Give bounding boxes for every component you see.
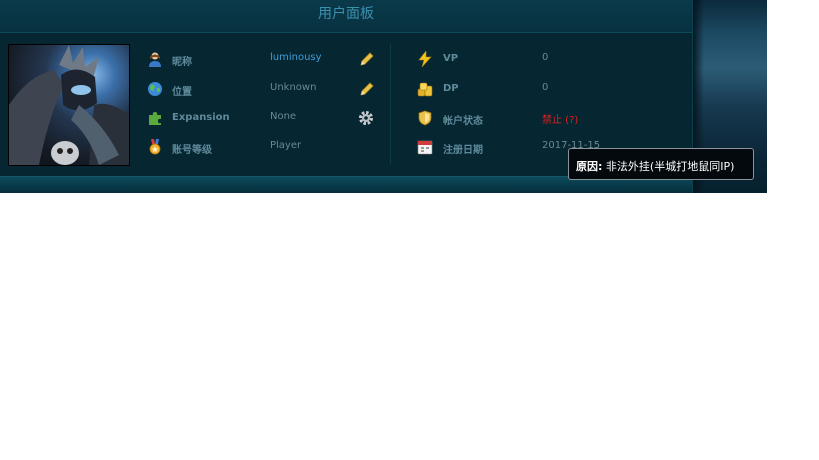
panel-title: 用户面板 bbox=[318, 6, 374, 22]
register-date-label: 注册日期 bbox=[443, 145, 483, 156]
dp-label: DP bbox=[443, 83, 459, 94]
location-label: 位置 bbox=[172, 87, 192, 98]
row-expansion: Expansion None bbox=[147, 110, 377, 130]
pencil-icon[interactable] bbox=[359, 51, 375, 67]
lightning-icon bbox=[418, 51, 432, 67]
row-vp: VP 0 bbox=[417, 51, 617, 71]
medal-icon bbox=[149, 139, 161, 155]
column-divider bbox=[390, 44, 391, 164]
account-status-value[interactable]: 禁止 (?) bbox=[542, 111, 578, 126]
dp-value: 0 bbox=[542, 82, 549, 93]
expansion-value: None bbox=[270, 111, 297, 122]
ban-reason-tooltip: 原因: 非法外挂(半城打地鼠同IP) bbox=[568, 148, 754, 180]
page-stage: 用户面板 昵称 luminousy 位置 Unknown Expansion N… bbox=[0, 0, 767, 193]
user-icon bbox=[149, 52, 161, 67]
tooltip-prefix: 原因: bbox=[576, 160, 603, 173]
row-location: 位置 Unknown bbox=[147, 81, 377, 101]
globe-icon bbox=[148, 82, 162, 96]
nickname-value[interactable]: luminousy bbox=[270, 52, 322, 63]
location-value: Unknown bbox=[270, 82, 317, 93]
nickname-label: 昵称 bbox=[172, 57, 192, 68]
calendar-icon bbox=[417, 140, 433, 155]
tooltip-text: 非法外挂(半城打地鼠同IP) bbox=[605, 160, 735, 173]
account-level-label: 账号等级 bbox=[172, 145, 212, 156]
puzzle-icon bbox=[149, 112, 161, 125]
expansion-label: Expansion bbox=[172, 112, 230, 123]
vp-value: 0 bbox=[542, 52, 549, 63]
gear-icon[interactable] bbox=[358, 110, 374, 126]
row-account-level: 账号等级 Player bbox=[147, 139, 377, 159]
vp-label: VP bbox=[443, 53, 459, 64]
avatar-image bbox=[9, 45, 129, 165]
account-level-value: Player bbox=[270, 140, 302, 151]
account-status-label: 帐户状态 bbox=[443, 116, 483, 127]
shield-icon bbox=[418, 110, 432, 126]
coins-icon bbox=[417, 82, 433, 97]
row-dp: DP 0 bbox=[417, 81, 617, 101]
avatar bbox=[8, 44, 130, 166]
pencil-icon[interactable] bbox=[359, 81, 375, 97]
row-nickname: 昵称 luminousy bbox=[147, 51, 377, 71]
panel-header: 用户面板 bbox=[0, 0, 692, 33]
row-account-status: 帐户状态 禁止 (?) bbox=[417, 110, 617, 130]
